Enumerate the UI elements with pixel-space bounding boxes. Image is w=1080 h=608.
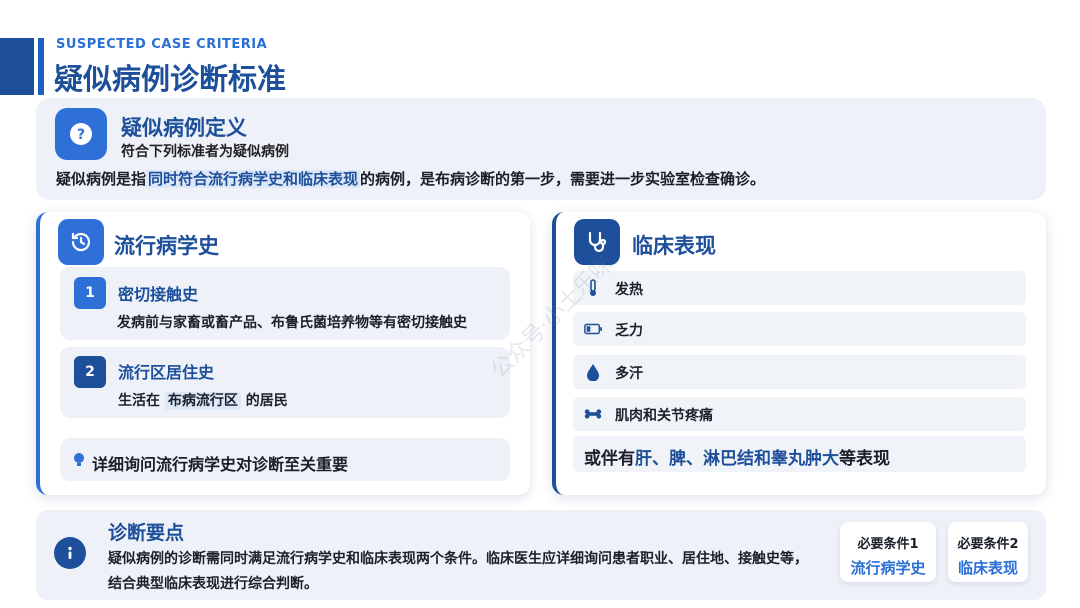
history-icon — [58, 219, 104, 265]
condition-card-1: 必要条件1 流行病学史 — [840, 522, 936, 582]
definition-subtitle: 符合下列标准者为疑似病例 — [121, 144, 289, 160]
definition-description: 疑似病例是指 同时符合流行病学史和临床表现 的病例，是布病诊断的第一步，需要进一步实… — [56, 168, 765, 189]
symptom-row-pain: 肌肉和关节疼痛 — [573, 397, 1026, 431]
lightbulb-icon — [72, 451, 86, 469]
symptom-extra-row: 或伴有肝、脾、淋巴结和睾丸肿大等表现 — [573, 436, 1026, 472]
header-subtitle: SUSPECTED CASE CRITERIA — [56, 37, 268, 52]
residence-desc-post: 的居民 — [245, 393, 288, 409]
symptom-label-sweating: 多汗 — [615, 366, 643, 382]
page-title: 疑似病例诊断标准 — [54, 62, 287, 96]
question-icon: ? — [55, 108, 107, 160]
symptom-label-fever: 发热 — [615, 282, 643, 298]
residence-desc-pre: 生活在 — [118, 393, 160, 409]
symptom-row-sweating: 多汗 — [573, 355, 1026, 389]
condition-label-2: 必要条件2 — [957, 537, 1019, 552]
bone-icon — [584, 405, 602, 423]
key-points-title: 诊断要点 — [108, 522, 185, 544]
symptom-row-fatigue: 乏力 — [573, 312, 1026, 346]
definition-desc-post: 的病例，是布病诊断的第一步，需要进一步实验室检查确诊。 — [360, 170, 766, 188]
symptom-label-fatigue: 乏力 — [615, 323, 643, 339]
condition-value-1: 流行病学史 — [850, 559, 926, 577]
header-accent-stripe — [38, 38, 44, 95]
extra-highlight: 肝、脾、淋巴结和睾丸肿大 — [635, 449, 839, 469]
droplet-icon — [584, 363, 602, 381]
condition-value-2: 临床表现 — [957, 559, 1018, 577]
item-title-residence: 流行区居住史 — [118, 363, 215, 382]
item-title-contact: 密切接触史 — [118, 285, 199, 304]
definition-desc-pre: 疑似病例是指 — [56, 170, 147, 188]
epidemiology-title: 流行病学史 — [114, 234, 219, 258]
item-desc-residence: 生活在 布病流行区 的居民 — [118, 390, 288, 410]
item-number-1: 1 — [74, 277, 106, 309]
condition-label-1: 必要条件1 — [857, 537, 919, 552]
definition-title: 疑似病例定义 — [121, 116, 247, 140]
info-icon — [54, 537, 86, 569]
definition-desc-highlight: 同时符合流行病学史和临床表现 — [146, 170, 361, 188]
symptom-extra-text: 或伴有肝、脾、淋巴结和睾丸肿大等表现 — [584, 444, 890, 469]
battery-low-icon — [584, 320, 602, 338]
extra-pre: 或伴有 — [584, 449, 635, 469]
epidemiology-tip: 详细询问流行病学史对诊断至关重要 — [92, 455, 349, 474]
key-points-text: 疑似病例的诊断需同时满足流行病学史和临床表现两个条件。临床医生应详细询问患者职业… — [108, 551, 808, 592]
item-desc-contact: 发病前与家畜或畜产品、布鲁氏菌培养物等有密切接触史 — [117, 315, 467, 331]
symptom-row-fever: 发热 — [573, 271, 1026, 305]
condition-card-2: 必要条件2 临床表现 — [948, 522, 1028, 582]
residence-desc-highlight: 布病流行区 — [164, 392, 241, 410]
header-accent-bar — [0, 38, 34, 95]
extra-post: 等表现 — [839, 449, 890, 469]
item-number-2: 2 — [74, 356, 106, 388]
clinical-title: 临床表现 — [632, 234, 716, 258]
svg-text:?: ? — [77, 127, 85, 143]
symptom-label-pain: 肌肉和关节疼痛 — [615, 408, 713, 424]
